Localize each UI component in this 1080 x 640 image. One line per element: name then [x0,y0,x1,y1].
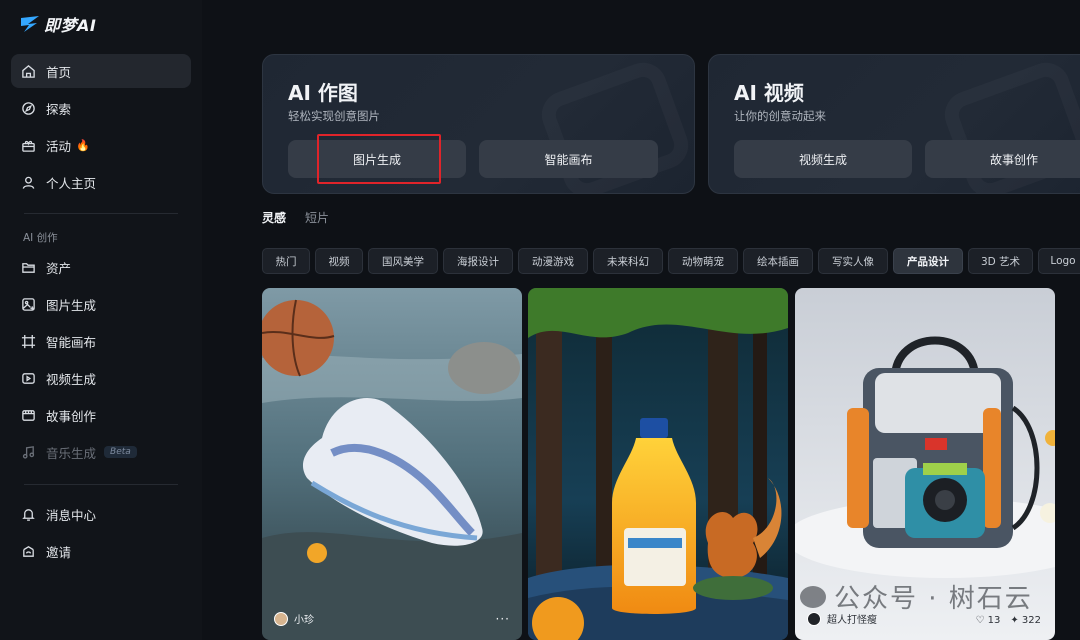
tab-shorts[interactable]: 短片 [305,209,329,226]
card-title: AI 视频 [734,81,804,105]
use-count: ✦ 322 [1010,615,1041,626]
category-chip-active[interactable]: 产品设计 [893,248,963,274]
ai-video-card: AI 视频 让你的创意动起来 视频生成 故事创作 [708,54,1080,194]
sidebar-item-canvas[interactable]: 智能画布 [11,324,191,358]
sidebar-item-label: 音乐生成 [46,445,97,461]
home-icon [20,63,36,79]
sidebar-item-label: 个人主页 [46,175,97,191]
sidebar-item-activity[interactable]: 活动 🔥 [11,128,191,162]
category-chip[interactable]: 3D 艺术 [968,248,1033,274]
sidebar-item-story[interactable]: 故事创作 [11,398,191,432]
smart-canvas-button[interactable]: 智能画布 [479,140,658,178]
logo-icon [21,16,39,32]
story-create-button[interactable]: 故事创作 [925,140,1080,178]
juice-bottle-image [528,288,788,640]
tile-stats: ♡ 13 ✦ 322 [975,615,1041,626]
category-chip[interactable]: 视频 [315,248,363,274]
sidebar-item-invite[interactable]: 邀请 [11,534,191,568]
wechat-icon [800,585,826,608]
sidebar-item-label: 图片生成 [46,297,97,313]
category-chip[interactable]: 海报设计 [443,248,513,274]
category-chip[interactable]: 绘本插画 [743,248,813,274]
card-title: AI 作图 [288,81,358,105]
more-options-icon[interactable]: ··· [496,612,510,626]
sidebar-item-label: 探索 [46,101,72,117]
sidebar-divider [24,213,178,214]
user-icon [20,174,36,190]
card-subtitle: 轻松实现创意图片 [288,109,380,123]
sidebar: 即梦AI 首页 探索 活动 🔥 个人主页 AI 创作 资产 图片生成 智能画布 … [0,0,202,640]
avatar [274,611,288,626]
like-count-value: 13 [987,615,1001,626]
fire-icon: 🔥 [76,138,90,152]
sidebar-item-home[interactable]: 首页 [11,54,191,88]
brand-name: 即梦AI [44,16,97,35]
sidebar-item-label: 首页 [46,64,72,80]
category-chip[interactable]: 写实人像 [818,248,888,274]
highlight-annotation [317,134,441,184]
sidebar-item-label: 智能画布 [46,334,97,350]
use-count-value: 322 [1021,615,1041,626]
like-count[interactable]: ♡ 13 [975,615,1000,626]
sidebar-item-explore[interactable]: 探索 [11,91,191,125]
sneaker-image [262,288,522,640]
watermark-text: 公众号 · 树石云 [834,584,1033,614]
card-subtitle: 让你的创意动起来 [734,109,826,123]
brand-logo[interactable]: 即梦AI [20,10,96,38]
music-icon [20,444,36,460]
sidebar-item-video-generate[interactable]: 视频生成 [11,361,191,395]
folder-icon [20,259,36,275]
app-root: 即梦AI 首页 探索 活动 🔥 个人主页 AI 创作 资产 图片生成 智能画布 … [0,0,1080,640]
category-chip[interactable]: Logo [1038,248,1080,274]
category-chip[interactable]: 动漫游戏 [518,248,588,274]
tile-author[interactable]: 小珍 [274,611,314,626]
sidebar-item-image-generate[interactable]: 图片生成 [11,287,191,321]
sidebar-item-label: 邀请 [46,544,72,560]
tab-inspiration[interactable]: 灵感 [262,209,286,226]
video-generate-button[interactable]: 视频生成 [734,140,912,178]
sidebar-item-label: 消息中心 [46,507,97,523]
sidebar-item-label: 资产 [46,260,72,276]
image-generate-icon [20,296,36,312]
category-chip[interactable]: 国风美学 [368,248,438,274]
category-chip[interactable]: 动物萌宠 [668,248,738,274]
gift-icon [20,137,36,153]
compass-icon [20,100,36,116]
author-name: 小珍 [294,615,314,626]
sidebar-item-music[interactable]: 音乐生成 Beta [11,435,191,469]
sidebar-item-profile[interactable]: 个人主页 [11,165,191,199]
sidebar-section-label: AI 创作 [23,232,58,244]
feed-tile[interactable] [528,288,788,640]
sidebar-item-messages[interactable]: 消息中心 [11,497,191,531]
story-icon [20,407,36,423]
watermark: 公众号 · 树石云 [800,578,1033,615]
beta-badge: Beta [104,446,137,458]
sidebar-item-label: 活动 [46,138,72,154]
sidebar-item-label: 故事创作 [46,408,97,424]
bell-icon [20,506,36,522]
video-generate-icon [20,370,36,386]
category-chip[interactable]: 热门 [262,248,310,274]
feed-tile[interactable]: 小珍 ··· [262,288,522,640]
invite-icon [20,543,36,559]
category-chip[interactable]: 未来科幻 [593,248,663,274]
canvas-icon [20,333,36,349]
sidebar-item-assets[interactable]: 资产 [11,250,191,284]
sidebar-divider [24,484,178,485]
sidebar-item-label: 视频生成 [46,371,97,387]
